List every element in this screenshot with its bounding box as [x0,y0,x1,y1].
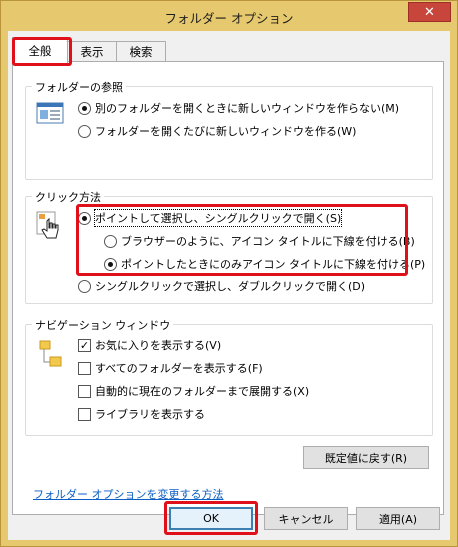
checkbox-label: お気に入りを表示する(V) [95,339,222,352]
close-icon: ✕ [424,4,435,20]
tab-general-label: 全般 [28,43,52,58]
radio-button[interactable] [78,279,91,293]
check-show-all-folders[interactable]: すべてのフォルダーを表示する(F) [78,359,263,377]
radio-underline-browser[interactable]: ブラウザーのように、アイコン タイトルに下線を付ける(B) [104,232,415,250]
folder-options-window: フォルダー オプション ✕ 全般 表示 検索 フォルダーの参照 別のフォルダーを… [0,0,458,547]
radio-new-window[interactable]: フォルダーを開くたびに新しいウィンドウを作る(W) [78,122,356,140]
apply-button[interactable]: 適用(A) [356,507,440,530]
tab-search[interactable]: 検索 [116,41,166,62]
radio-label: フォルダーを開くたびに新しいウィンドウを作る(W) [95,125,357,138]
radio-single-click[interactable]: ポイントして選択し、シングルクリックで開く(S) [78,209,343,227]
tab-general[interactable]: 全般 [12,37,68,63]
tab-view[interactable]: 表示 [67,41,117,62]
radio-double-click[interactable]: シングルクリックで選択し、ダブルクリックで開く(D) [78,277,365,295]
apply-label: 適用(A) [378,512,418,526]
close-button[interactable]: ✕ [408,2,451,22]
cancel-label: キャンセル [278,512,334,526]
tab-view-label: 表示 [80,45,104,59]
title-bar[interactable]: フォルダー オプション ✕ [1,1,457,31]
navigation-pane-title: ナビゲーション ウィンドウ [32,317,174,333]
cancel-button[interactable]: キャンセル [264,507,348,530]
click-method-title: クリック方法 [32,189,104,205]
checkbox-label: ライブラリを表示する [95,408,205,421]
checkbox-label: すべてのフォルダーを表示する(F) [95,362,263,375]
radio-button[interactable] [78,101,91,115]
browse-folders-title: フォルダーの参照 [32,79,126,95]
checkbox[interactable] [78,384,91,398]
radio-button[interactable] [104,234,117,248]
hand-pointer-icon [36,211,62,244]
checkbox[interactable] [78,361,91,375]
check-auto-expand[interactable]: 自動的に現在のフォルダーまで展開する(X) [78,382,309,400]
checkbox-label: 自動的に現在のフォルダーまで展開する(X) [95,385,310,398]
restore-defaults-label: 既定値に戻す(R) [324,451,408,465]
restore-defaults-button[interactable]: 既定値に戻す(R) [303,446,429,469]
radio-button[interactable] [78,211,91,225]
radio-label: シングルクリックで選択し、ダブルクリックで開く(D) [95,280,366,293]
radio-button[interactable] [104,257,117,271]
ok-button[interactable]: OK [169,507,253,530]
radio-label: ポイントして選択し、シングルクリックで開く(S) [93,209,343,227]
general-tab-panel: フォルダーの参照 別のフォルダーを開くときに新しいウィンドウを作らない(M) フ… [12,61,444,515]
radio-label: ブラウザーのように、アイコン タイトルに下線を付ける(B) [121,235,415,248]
folder-tree-icon [38,339,64,376]
navigation-pane-group: ナビゲーション ウィンドウ ✓ お気に入りを表示する(V) すべてのフォルダーを… [25,317,433,436]
tab-search-label: 検索 [129,45,153,59]
dialog-client-area: 全般 表示 検索 フォルダーの参照 別のフォルダーを開くときに新しいウィンドウを… [8,31,450,540]
check-show-libraries[interactable]: ライブラリを表示する [78,405,205,423]
help-link[interactable]: フォルダー オプションを変更する方法 [33,486,224,502]
check-show-favorites[interactable]: ✓ お気に入りを表示する(V) [78,336,221,354]
browse-folders-group: フォルダーの参照 別のフォルダーを開くときに新しいウィンドウを作らない(M) フ… [25,79,433,180]
radio-underline-point[interactable]: ポイントしたときにのみアイコン タイトルに下線を付ける(P) [104,255,425,273]
checkbox[interactable]: ✓ [78,338,91,352]
checkbox[interactable] [78,407,91,421]
radio-button[interactable] [78,124,91,138]
click-method-group: クリック方法 ポイントして選択し、シングルクリックで開く(S) ブラウザーのよう… [25,189,433,304]
radio-label: 別のフォルダーを開くときに新しいウィンドウを作らない(M) [95,102,400,115]
radio-label: ポイントしたときにのみアイコン タイトルに下線を付ける(P) [121,258,426,271]
window-title: フォルダー オプション [164,11,294,26]
radio-same-window[interactable]: 別のフォルダーを開くときに新しいウィンドウを作らない(M) [78,99,399,117]
window-icon [36,101,64,128]
ok-label: OK [203,512,219,525]
